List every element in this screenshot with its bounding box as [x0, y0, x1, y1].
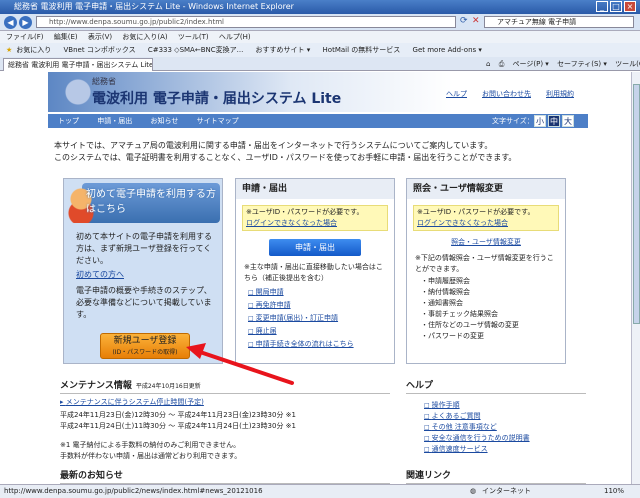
- vertical-scrollbar[interactable]: [631, 72, 640, 484]
- favorite-item[interactable]: おすすめサイト ▾: [256, 46, 311, 54]
- favorite-item[interactable]: Get more Add-ons ▾: [413, 46, 482, 54]
- menu-bar: ファイル(F) 編集(E) 表示(V) お気に入り(A) ツール(T) ヘルプ(…: [0, 31, 640, 43]
- status-zone: インターネット: [482, 487, 531, 495]
- maximize-button[interactable]: □: [610, 1, 622, 12]
- address-bar[interactable]: http://www.denpa.soumu.go.jp/public2/ind…: [36, 16, 456, 28]
- menu-favorites[interactable]: お気に入り(A): [122, 33, 167, 41]
- tab-strip: 総務省 電波利用 電子申請・届出システム Lite ⌂ ⎙ ページ(P) ▾ セ…: [0, 57, 640, 71]
- menu-file[interactable]: ファイル(F): [6, 33, 44, 41]
- favorites-button[interactable]: お気に入り: [16, 46, 51, 54]
- home-icon[interactable]: ⌂: [486, 60, 490, 68]
- status-url: http://www.denpa.soumu.go.jp/public2/new…: [4, 487, 263, 495]
- forward-icon[interactable]: ▶: [19, 16, 32, 29]
- menu-edit[interactable]: 編集(E): [54, 33, 78, 41]
- zoom-level[interactable]: 110%: [604, 485, 624, 498]
- scrollbar-thumb[interactable]: [633, 84, 640, 324]
- status-bar: http://www.denpa.soumu.go.jp/public2/new…: [0, 484, 640, 498]
- print-icon[interactable]: ⎙: [499, 60, 505, 68]
- menu-tools[interactable]: ツール(T): [178, 33, 209, 41]
- favorites-star-icon[interactable]: ★: [6, 46, 12, 54]
- page-content: 総務省 電波利用 電子申請・届出システム Lite ヘルプ お問い合わせ先 利用…: [0, 72, 640, 484]
- favorites-bar: ★ お気に入り VBnet コンポボックス C#333 ◇SMA←BNC変換ア..…: [0, 43, 640, 57]
- safety-menu[interactable]: セーフティ(S) ▾: [557, 60, 607, 68]
- search-input[interactable]: アマチュア無線 電子申請: [484, 16, 634, 28]
- annotation-arrow-icon: [186, 343, 294, 385]
- command-bar: ⌂ ⎙ ページ(P) ▾ セーフティ(S) ▾ ツール(O) ▾: [480, 57, 640, 71]
- menu-help[interactable]: ヘルプ(H): [219, 33, 251, 41]
- tools-menu[interactable]: ツール(O) ▾: [615, 60, 640, 68]
- close-button[interactable]: ×: [624, 1, 636, 12]
- address-toolbar: ◀ ▶ http://www.denpa.soumu.go.jp/public2…: [0, 14, 640, 31]
- minimize-button[interactable]: _: [596, 1, 608, 12]
- back-icon[interactable]: ◀: [4, 16, 17, 29]
- window-title: 総務省 電波利用 電子申請・届出システム Lite - Windows Inte…: [14, 2, 294, 11]
- refresh-icon[interactable]: ⟳: [460, 16, 468, 26]
- browser-tab[interactable]: 総務省 電波利用 電子申請・届出システム Lite: [3, 58, 153, 71]
- favorite-item[interactable]: C#333 ◇SMA←BNC変換ア...: [148, 46, 243, 54]
- favorite-item[interactable]: HotMail の無料サービス: [323, 46, 401, 54]
- globe-icon: ◍: [470, 487, 477, 495]
- favorite-item[interactable]: VBnet コンポボックス: [64, 46, 136, 54]
- menu-view[interactable]: 表示(V): [88, 33, 112, 41]
- stop-icon[interactable]: ✕: [472, 16, 480, 26]
- page-menu[interactable]: ページ(P) ▾: [513, 60, 549, 68]
- window-titlebar: 総務省 電波利用 電子申請・届出システム Lite - Windows Inte…: [0, 0, 640, 14]
